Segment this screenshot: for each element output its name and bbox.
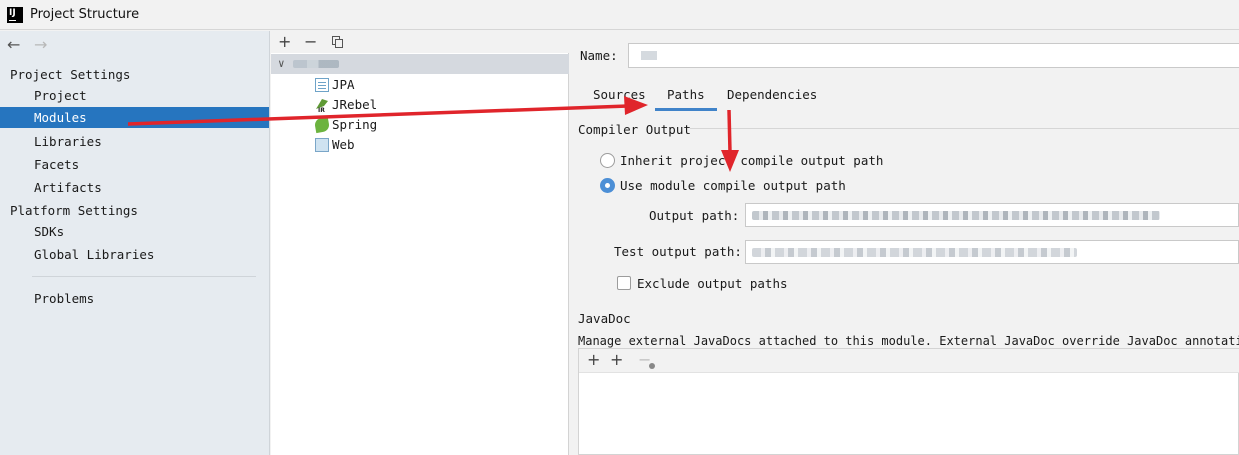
spring-icon [313, 116, 331, 134]
module-output-label[interactable]: Use module compile output path [620, 178, 846, 193]
inherit-output-radio[interactable] [600, 153, 615, 168]
sidebar-item-global-libraries[interactable]: Global Libraries [0, 244, 269, 265]
inherit-output-label[interactable]: Inherit project compile output path [620, 153, 883, 168]
test-output-path-input[interactable] [745, 240, 1239, 264]
title-bar: IJ Project Structure [0, 0, 1239, 30]
remove-icon[interactable]: − [304, 32, 317, 51]
sidebar-divider [32, 276, 256, 277]
javadoc-toolbar: + + − [579, 349, 1239, 373]
test-output-path-label: Test output path: [614, 244, 742, 259]
add-url-icon[interactable]: + [610, 350, 655, 369]
module-name-input[interactable] [628, 43, 1239, 68]
exclude-output-label[interactable]: Exclude output paths [637, 276, 788, 291]
compiler-output-header: Compiler Output [578, 122, 691, 137]
project-settings-header: Project Settings [10, 67, 131, 82]
javadoc-header: JavaDoc [578, 311, 631, 326]
tree-item-label: Spring [332, 117, 378, 132]
tab-dependencies[interactable]: Dependencies [727, 87, 817, 111]
sidebar-item-sdks[interactable]: SDKs [0, 221, 269, 242]
intellij-icon: IJ [7, 7, 23, 23]
module-tree-panel: + − ∨ JPA JR JRebel Spring Web [271, 31, 569, 455]
module-tree-root[interactable]: ∨ [271, 54, 569, 74]
jrebel-icon: JR [315, 98, 329, 114]
module-tree-toolbar: + − [271, 31, 569, 53]
sidebar-item-problems[interactable]: Problems [0, 288, 269, 309]
output-path-label: Output path: [649, 208, 740, 223]
exclude-output-checkbox[interactable] [617, 276, 631, 290]
window-title: Project Structure [30, 7, 140, 22]
svg-text:JR: JR [317, 107, 325, 112]
tab-sources[interactable]: Sources [593, 87, 646, 111]
redacted-name-value [641, 51, 657, 60]
tab-paths[interactable]: Paths [655, 87, 717, 111]
chevron-down-icon[interactable]: ∨ [278, 57, 285, 70]
sidebar-item-artifacts[interactable]: Artifacts [0, 177, 269, 198]
settings-sidebar: ← → Project Settings Project Modules Lib… [0, 31, 270, 455]
web-icon [315, 138, 329, 152]
add-icon[interactable]: + [587, 350, 600, 369]
sidebar-item-modules[interactable]: Modules [0, 107, 269, 128]
sidebar-item-libraries[interactable]: Libraries [0, 131, 269, 152]
remove-icon[interactable]: − [638, 350, 651, 369]
copy-icon[interactable] [332, 36, 343, 48]
module-settings-panel: Name: Sources Paths Dependencies Compile… [570, 31, 1239, 455]
sidebar-item-facets[interactable]: Facets [0, 154, 269, 175]
javadoc-list[interactable]: + + − [578, 348, 1239, 455]
output-path-input[interactable] [745, 203, 1239, 227]
name-label: Name: [580, 48, 618, 63]
redacted-output-path [752, 211, 1160, 220]
redacted-module-name [293, 60, 339, 68]
module-output-radio[interactable] [600, 178, 615, 193]
platform-settings-header: Platform Settings [10, 203, 138, 218]
jpa-icon [315, 78, 329, 92]
javadoc-description: Manage external JavaDocs attached to thi… [578, 334, 1239, 348]
tree-item-label: JRebel [332, 97, 378, 112]
arrow-left-icon[interactable]: ← [7, 35, 20, 54]
tree-item-label: Web [332, 137, 355, 152]
sidebar-item-project[interactable]: Project [0, 85, 269, 106]
arrow-right-icon[interactable]: → [34, 35, 47, 54]
add-icon[interactable]: + [278, 32, 291, 51]
tree-item-label: JPA [332, 77, 355, 92]
group-divider [690, 128, 1239, 129]
redacted-test-output-path [752, 248, 1077, 257]
